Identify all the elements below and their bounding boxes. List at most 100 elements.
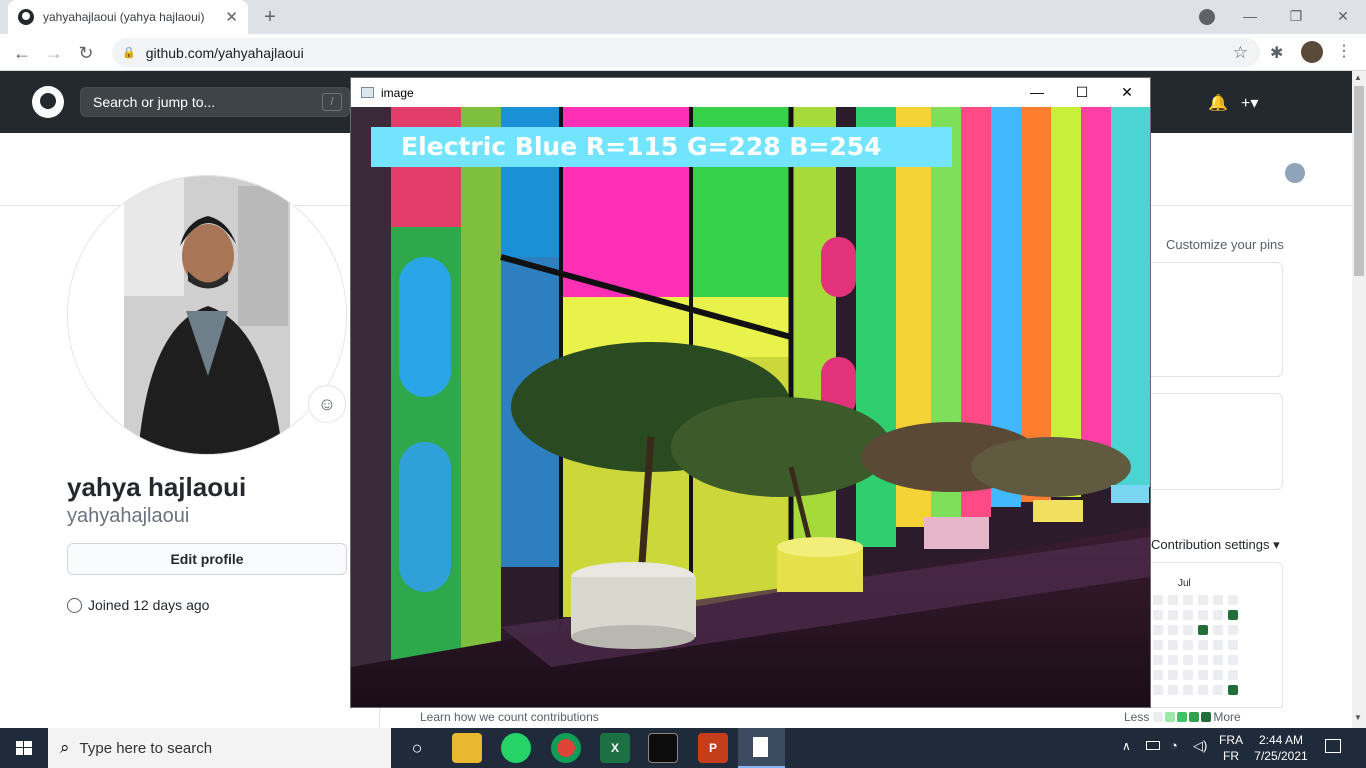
close-window-icon[interactable]: ✕ [1320,4,1366,28]
scrollbar-thumb[interactable] [1354,86,1364,276]
contribution-day[interactable] [1153,595,1163,605]
wifi-icon[interactable]: ◔ [1170,738,1178,753]
learn-contributions-link[interactable]: Learn how we count contributions [420,710,599,724]
contribution-day[interactable] [1153,670,1163,680]
chrome-menu-icon[interactable]: ⋮ [1336,41,1352,61]
notifications-icon[interactable] [1325,739,1341,753]
volume-icon[interactable]: ◁) [1193,738,1207,754]
address-bar[interactable]: 🔒 github.com/yahyahajlaoui ☆ [112,38,1260,67]
contribution-day[interactable] [1213,625,1223,635]
contribution-day[interactable] [1213,670,1223,680]
contribution-day[interactable] [1213,595,1223,605]
extensions-icon[interactable]: ✱ [1270,43,1283,63]
whatsapp-icon[interactable] [501,733,531,763]
profile-photo [68,176,346,454]
chrome-profile-avatar[interactable] [1301,41,1323,63]
image-maximize-icon[interactable]: ☐ [1059,78,1105,107]
input-language[interactable]: FRA FR [1218,732,1244,764]
contribution-day[interactable] [1198,595,1208,605]
contribution-day[interactable] [1168,595,1178,605]
bookmark-star-icon[interactable]: ☆ [1233,43,1248,63]
user-avatar-menu[interactable] [1285,163,1305,183]
contribution-day[interactable] [1168,670,1178,680]
contribution-day[interactable] [1228,610,1238,620]
image-minimize-icon[interactable]: — [1014,78,1060,107]
file-explorer-icon[interactable] [452,733,482,763]
contribution-day[interactable] [1168,685,1178,695]
contribution-day[interactable] [1198,670,1208,680]
task-view-icon[interactable]: ○ [402,733,432,763]
profile-avatar[interactable] [67,175,347,455]
contribution-day[interactable] [1213,685,1223,695]
back-icon[interactable]: ← [8,39,36,67]
contribution-day[interactable] [1183,655,1193,665]
system-clock[interactable]: 2:44 AM 7/25/2021 [1250,732,1312,764]
new-tab-button[interactable]: + [258,6,282,28]
contribution-day[interactable] [1153,610,1163,620]
minimize-icon[interactable]: — [1227,4,1273,28]
legend-less: Less [1124,710,1150,724]
create-new-plus-icon[interactable]: +▾ [1241,93,1258,113]
edit-profile-button[interactable]: Edit profile [67,543,347,575]
image-viewer-window[interactable]: image — ☐ ✕ Electric Blue R=115 G=228 B=… [350,77,1151,708]
contribution-day[interactable] [1198,640,1208,650]
scroll-down-arrow[interactable]: ▼ [1354,713,1362,722]
contribution-day[interactable] [1213,655,1223,665]
powerpoint-icon[interactable]: P [698,733,728,763]
contribution-day[interactable] [1183,685,1193,695]
contribution-day[interactable] [1153,625,1163,635]
contribution-day[interactable] [1168,655,1178,665]
taskbar-search-placeholder: Type here to search [79,739,213,757]
contribution-day[interactable] [1183,625,1193,635]
contribution-day[interactable] [1213,610,1223,620]
contribution-day[interactable] [1198,685,1208,695]
document-app-icon[interactable] [753,737,768,757]
forward-icon[interactable]: → [40,39,68,67]
restore-icon[interactable]: ❐ [1273,4,1319,28]
colorful-glass-building-photo[interactable]: Electric Blue R=115 G=228 B=254 [351,107,1150,707]
contribution-day[interactable] [1153,655,1163,665]
contribution-day[interactable] [1228,625,1238,635]
contribution-day[interactable] [1183,610,1193,620]
excel-icon[interactable]: X [600,733,630,763]
reload-icon[interactable]: ↻ [72,39,100,67]
contribution-day[interactable] [1198,625,1208,635]
contribution-day[interactable] [1183,670,1193,680]
detected-color-label: Electric Blue R=115 G=228 B=254 [371,127,952,167]
chrome-icon[interactable] [551,733,581,763]
contribution-day[interactable] [1198,655,1208,665]
notifications-bell-icon[interactable]: 🔔 [1208,93,1228,113]
battery-icon[interactable] [1146,741,1160,750]
github-logo-icon[interactable] [32,86,64,118]
profile-dropdown-icon[interactable] [1199,9,1215,25]
show-hidden-icons[interactable]: ∧ [1122,739,1131,753]
contribution-day[interactable] [1228,595,1238,605]
lock-icon: 🔒 [122,47,136,59]
contribution-day[interactable] [1153,685,1163,695]
contribution-day[interactable] [1153,640,1163,650]
contribution-settings-dropdown[interactable]: Contribution settings ▾ [1151,537,1280,553]
contribution-day[interactable] [1168,640,1178,650]
browser-tab[interactable]: yahyahajlaoui (yahya hajlaoui) ✕ [8,0,248,34]
contribution-day[interactable] [1168,625,1178,635]
image-close-icon[interactable]: ✕ [1104,78,1150,107]
contribution-day[interactable] [1213,640,1223,650]
contribution-day[interactable] [1183,595,1193,605]
contribution-day[interactable] [1228,670,1238,680]
contribution-day[interactable] [1228,685,1238,695]
contribution-day[interactable] [1168,610,1178,620]
github-search-input[interactable]: Search or jump to... [80,87,350,117]
pinned-repo-card[interactable] [1150,393,1283,490]
tab-close-icon[interactable]: ✕ [225,8,238,26]
windows-start-icon[interactable] [0,728,48,768]
contribution-day[interactable] [1228,655,1238,665]
pinned-repo-card[interactable] [1150,262,1283,377]
contribution-day[interactable] [1198,610,1208,620]
scroll-up-arrow[interactable]: ▲ [1354,73,1362,82]
contribution-day[interactable] [1183,640,1193,650]
contribution-day[interactable] [1228,640,1238,650]
taskbar-search-box[interactable]: ⌕ Type here to search [48,728,391,768]
terminal-icon[interactable] [648,733,678,763]
customize-pins-link[interactable]: Customize your pins [1166,237,1284,252]
set-status-smiley-icon[interactable]: ☺ [308,385,346,423]
